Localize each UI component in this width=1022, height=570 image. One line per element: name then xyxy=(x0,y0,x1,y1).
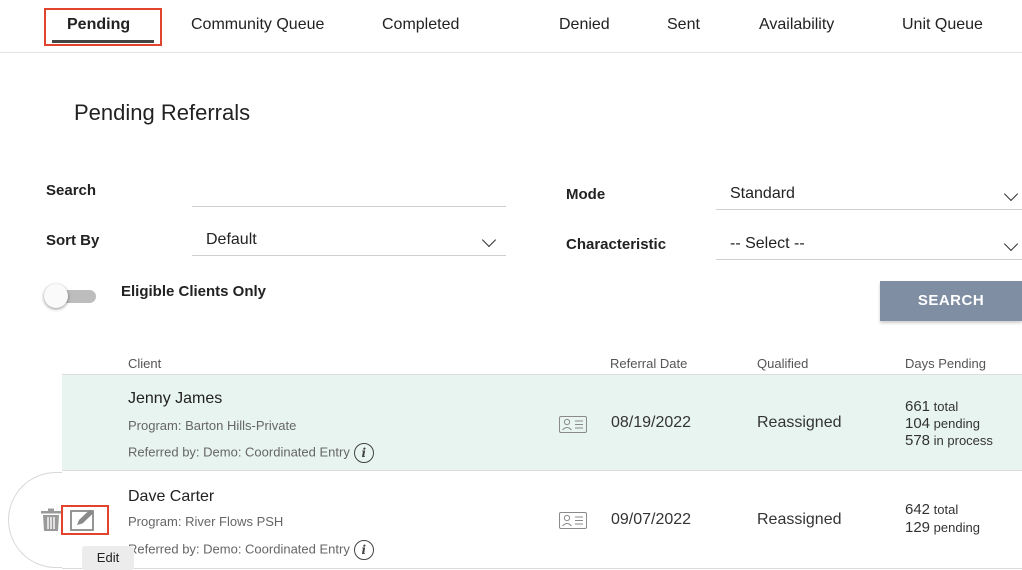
sort-by-select-value: Default xyxy=(206,231,257,248)
contact-card-icon[interactable] xyxy=(559,512,587,529)
info-icon[interactable]: i xyxy=(353,540,374,560)
column-header-client[interactable]: Client xyxy=(128,356,161,371)
days-total-label: total xyxy=(933,399,959,414)
chevron-down-icon xyxy=(1003,186,1019,202)
search-input[interactable] xyxy=(192,186,506,207)
eligible-clients-toggle[interactable] xyxy=(44,284,98,308)
days-pending-number: 129 xyxy=(905,519,931,536)
tab-denied[interactable]: Denied xyxy=(559,16,610,34)
days-total-number: 642 xyxy=(905,501,931,518)
client-program: Program: Barton Hills-Private xyxy=(128,418,297,433)
tab-availability[interactable]: Availability xyxy=(759,16,834,34)
tab-community-queue[interactable]: Community Queue xyxy=(191,16,324,34)
days-pending: 129 pending xyxy=(905,520,980,535)
tab-pending[interactable]: Pending xyxy=(67,16,130,34)
days-in-process-number: 578 xyxy=(905,432,931,449)
trash-icon[interactable] xyxy=(40,508,62,532)
tab-active-indicator xyxy=(52,40,154,43)
days-total: 642 total xyxy=(905,502,958,517)
days-in-process-label: in process xyxy=(933,433,993,448)
chevron-down-icon xyxy=(1003,236,1019,252)
days-pending-number: 104 xyxy=(905,415,931,432)
column-header-qualified[interactable]: Qualified xyxy=(757,356,808,371)
days-pending-label: pending xyxy=(933,520,980,535)
client-name[interactable]: Jenny James xyxy=(128,390,222,408)
search-label: Search xyxy=(46,182,97,199)
page-title: Pending Referrals xyxy=(74,100,251,125)
referral-date: 08/19/2022 xyxy=(611,414,692,431)
days-total-label: total xyxy=(933,502,959,517)
days-total-number: 661 xyxy=(905,398,931,415)
characteristic-select[interactable]: -- Select -- xyxy=(716,235,1022,260)
edit-tooltip: Edit xyxy=(82,546,134,570)
tab-bar: Pending Community Queue Completed Denied… xyxy=(0,0,1022,53)
mode-label: Mode xyxy=(566,186,606,203)
characteristic-select-value: -- Select -- xyxy=(730,235,805,252)
tab-sent[interactable]: Sent xyxy=(667,16,700,34)
qualified-status: Reassigned xyxy=(757,511,842,528)
referral-date: 09/07/2022 xyxy=(611,511,692,528)
toggle-knob xyxy=(44,284,68,308)
days-total: 661 total xyxy=(905,399,958,414)
characteristic-label: Characteristic xyxy=(566,236,667,253)
tab-completed[interactable]: Completed xyxy=(382,16,459,34)
chevron-down-icon xyxy=(481,232,497,248)
mode-select[interactable]: Standard xyxy=(716,185,1022,210)
days-in-process: 578 in process xyxy=(905,433,993,448)
referred-by-text: Referred by: Demo: Coordinated Entry xyxy=(128,541,350,557)
search-button[interactable]: SEARCH xyxy=(880,281,1022,321)
client-program: Program: River Flows PSH xyxy=(128,514,284,529)
referred-by-text: Referred by: Demo: Coordinated Entry xyxy=(128,444,350,460)
days-pending: 104 pending xyxy=(905,416,980,431)
client-referred-by: Referred by: Demo: Coordinated Entry i xyxy=(128,443,374,463)
mode-select-value: Standard xyxy=(730,185,795,202)
edit-icon[interactable] xyxy=(69,508,97,532)
column-header-referral-date[interactable]: Referral Date xyxy=(610,356,687,371)
client-name[interactable]: Dave Carter xyxy=(128,488,214,506)
info-icon[interactable]: i xyxy=(353,443,374,463)
sort-by-select[interactable]: Default xyxy=(192,231,506,256)
eligible-clients-label: Eligible Clients Only xyxy=(121,283,267,300)
tab-unit-queue[interactable]: Unit Queue xyxy=(902,16,983,34)
sort-by-label: Sort By xyxy=(46,232,100,249)
column-header-days-pending[interactable]: Days Pending xyxy=(905,356,986,371)
client-referred-by: Referred by: Demo: Coordinated Entry i xyxy=(128,540,374,560)
qualified-status: Reassigned xyxy=(757,414,842,431)
days-pending-label: pending xyxy=(933,416,980,431)
contact-card-icon[interactable] xyxy=(559,416,587,433)
